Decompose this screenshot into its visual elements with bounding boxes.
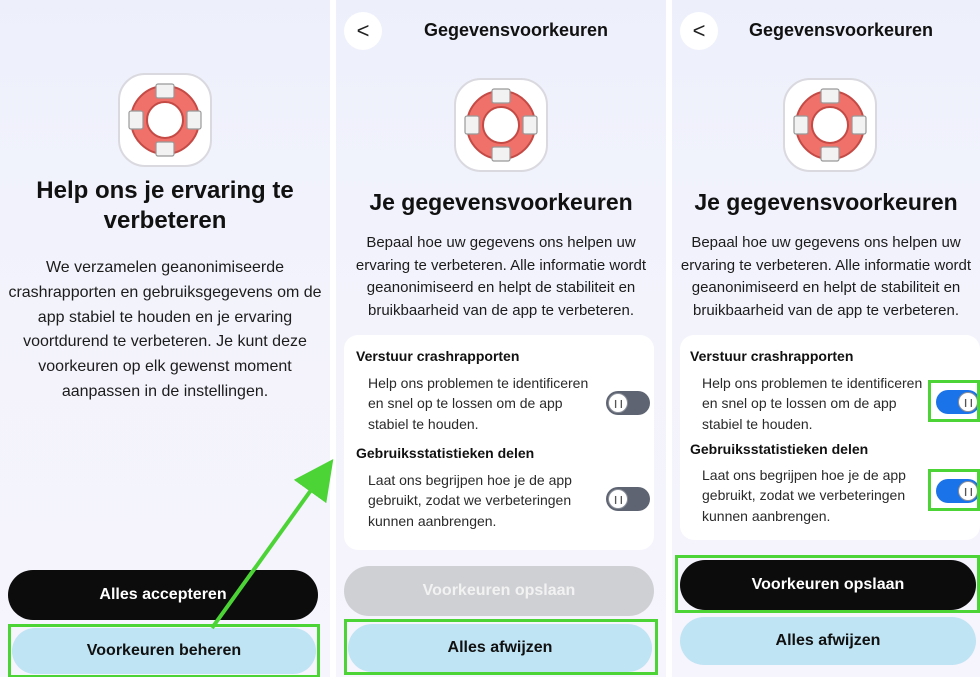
usage-stats-title: Gebruiksstatistieken delen: [356, 445, 535, 461]
header-title: Gegevensvoorkeuren: [423, 20, 609, 40]
back-button[interactable]: <: [344, 12, 382, 50]
page-title: Je gegevensvoorkeuren: [694, 189, 958, 215]
crash-reports-title: Verstuur crashrapporten: [690, 348, 854, 364]
chevron-left-icon: <: [692, 18, 706, 43]
pause-bars-icon: ❙❙: [608, 489, 628, 509]
page-description: Bepaal hoe uw gegevens ons helpen uw erv…: [355, 234, 647, 319]
lifebuoy-icon: [115, 70, 215, 170]
accept-all-button[interactable]: Alles accepteren: [8, 570, 318, 620]
usage-stats-toggle[interactable]: ❙❙: [606, 487, 650, 511]
page-description: We verzamelen geanonimiseerde crashrappo…: [8, 259, 322, 400]
usage-stats-description: Laat ons begrijpen hoe je de app gebruik…: [702, 467, 906, 524]
pause-bars-icon: ❙❙: [608, 393, 628, 413]
onboarding-screen: Help ons je ervaring te verbeteren We ve…: [0, 0, 330, 677]
pause-bars-icon: ❙❙: [958, 481, 978, 501]
lifebuoy-icon: [451, 75, 551, 175]
crash-reports-description: Help ons problemen te identificeren en s…: [368, 375, 589, 432]
header-title: Gegevensvoorkeuren: [748, 20, 934, 40]
crash-reports-toggle[interactable]: ❙❙: [606, 391, 650, 415]
page-description: Bepaal hoe uw gegevens ons helpen uw erv…: [680, 234, 972, 319]
reject-all-button[interactable]: Alles afwijzen: [680, 617, 976, 665]
crash-reports-toggle[interactable]: ❙❙: [936, 390, 980, 414]
usage-stats-toggle[interactable]: ❙❙: [936, 479, 980, 503]
back-button[interactable]: <: [680, 12, 718, 50]
pause-bars-icon: ❙❙: [958, 392, 978, 412]
preferences-screen-enabled: < Gegevensvoorkeuren Je gegevensvoorkeur…: [672, 0, 980, 677]
preferences-card: Verstuur crashrapporten Help ons problem…: [344, 335, 654, 550]
lifebuoy-icon: [780, 75, 880, 175]
manage-preferences-button[interactable]: Voorkeuren beheren: [12, 628, 316, 674]
crash-reports-title: Verstuur crashrapporten: [356, 348, 520, 364]
save-preferences-button[interactable]: Voorkeuren opslaan: [680, 560, 976, 610]
usage-stats-title: Gebruiksstatistieken delen: [690, 441, 869, 457]
preferences-card: Verstuur crashrapporten Help ons problem…: [680, 335, 980, 540]
preferences-screen-default: < Gegevensvoorkeuren Je gegevensvoorkeur…: [336, 0, 666, 677]
reject-all-button[interactable]: Alles afwijzen: [348, 624, 652, 672]
usage-stats-description: Laat ons begrijpen hoe je de app gebruik…: [368, 472, 572, 529]
chevron-left-icon: <: [356, 18, 370, 43]
save-preferences-button[interactable]: Voorkeuren opslaan: [344, 566, 654, 616]
page-title: Help ons je ervaring te verbeteren: [36, 177, 294, 234]
crash-reports-description: Help ons problemen te identificeren en s…: [702, 375, 923, 432]
page-title: Je gegevensvoorkeuren: [369, 189, 633, 215]
